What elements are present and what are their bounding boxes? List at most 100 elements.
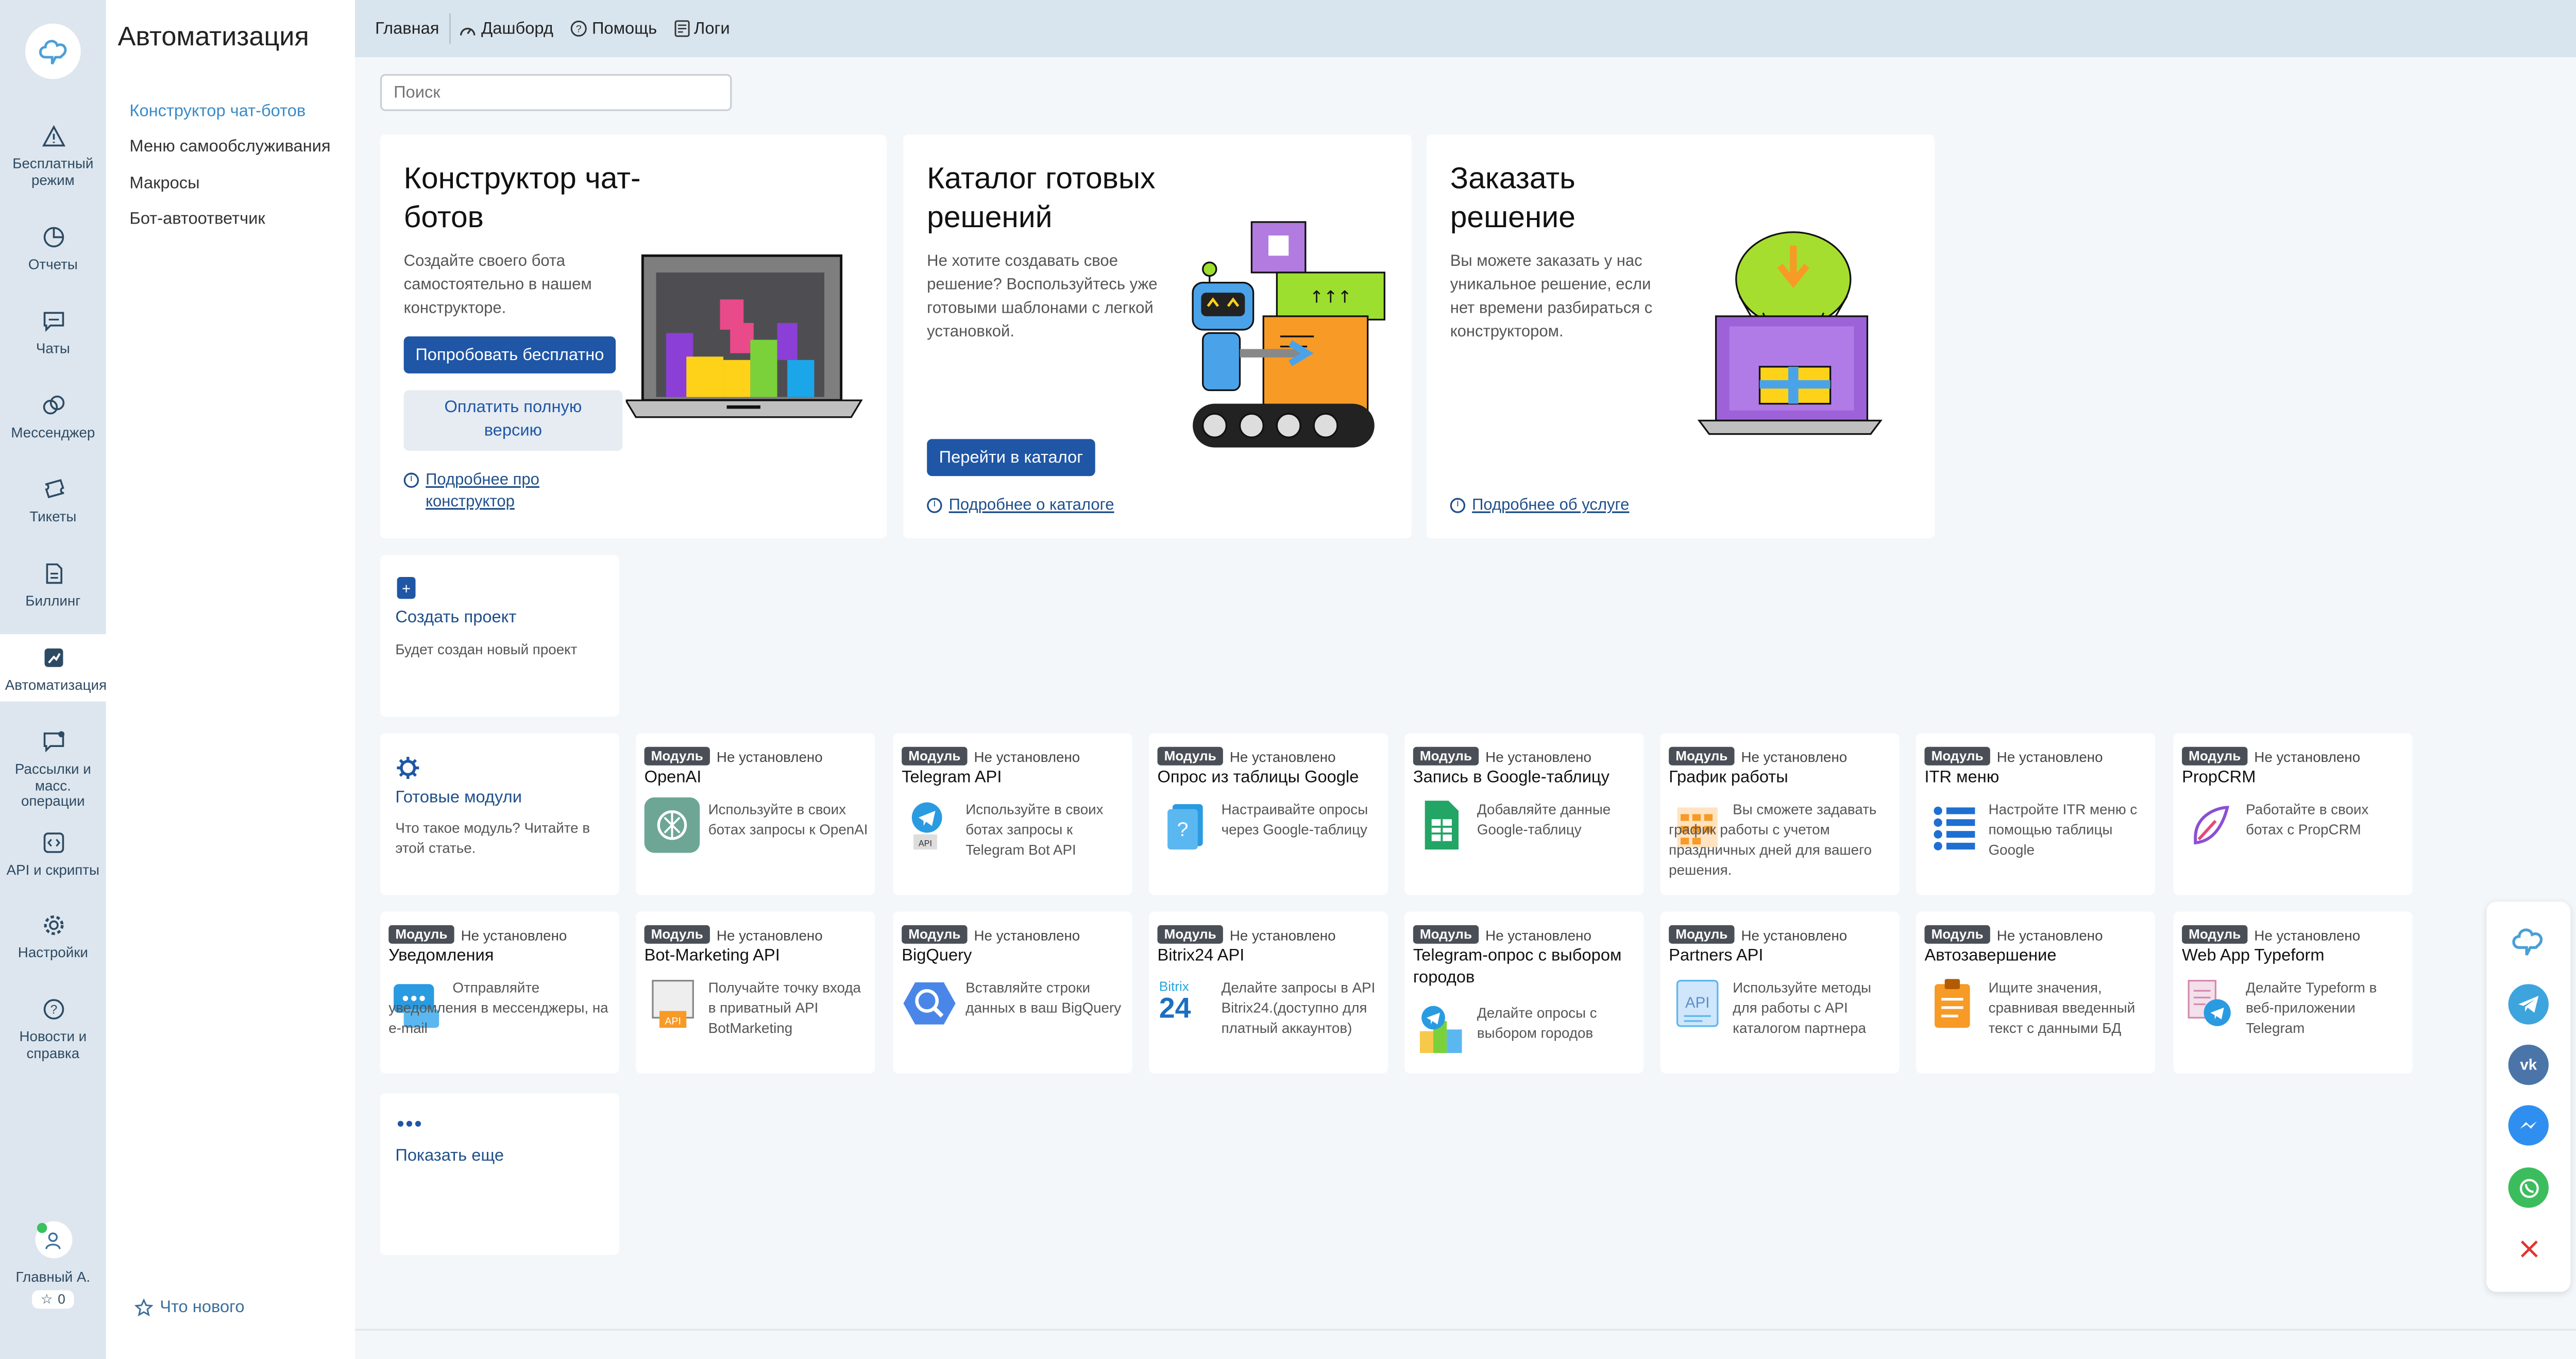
top-bar: Главная Дашборд ? Помощь Логи (354, 0, 2576, 58)
go-to-catalog-button[interactable]: Перейти в каталог (927, 439, 1095, 477)
show-more-card[interactable]: ••• Показать еще (380, 1093, 619, 1255)
ticket-icon (41, 478, 65, 501)
module-status: Не установлено (1229, 926, 1336, 943)
widget-brand-button[interactable] (2509, 922, 2549, 962)
module-card[interactable]: Модуль Не установлено Запись в Google-табл… (1404, 733, 1644, 895)
cloud-logo-icon (38, 39, 66, 64)
rail-item-9[interactable]: Настройки (0, 913, 106, 961)
module-status: Не установлено (716, 748, 823, 765)
order-more-link[interactable]: i Подробнее об услуге (1450, 495, 1629, 516)
topbar-home[interactable]: Главная (375, 20, 439, 38)
ready-modules-desc: Что такое модуль? Читайте в этой статье. (395, 819, 590, 857)
side-link-chatbot-builder[interactable]: Конструктор чат-ботов (129, 103, 306, 121)
topbar-help[interactable]: ? Помощь (570, 20, 657, 38)
star-icon (134, 1298, 154, 1317)
module-badge-row: Модуль Не установлено (1413, 925, 1591, 944)
widget-vk-button[interactable]: vk (2508, 1044, 2549, 1085)
module-card[interactable]: Модуль Не установлено Telegram-опрос с выб… (1404, 911, 1644, 1074)
code-icon (41, 831, 65, 855)
rail-item-2[interactable]: Чаты (0, 310, 106, 358)
rail-item-3[interactable]: Мессенджер (0, 394, 106, 441)
topbar-dashboard-label: Дашборд (481, 19, 553, 38)
pay-full-version-button[interactable]: Оплатить полную версию (403, 390, 623, 451)
widget-close-button[interactable] (2509, 1228, 2549, 1268)
svg-text:?: ? (575, 24, 581, 35)
module-badge-row: Модуль Не установлено (644, 925, 823, 944)
rail-item-8[interactable]: API и скрипты (0, 831, 106, 879)
module-card[interactable]: Модуль Не установлено Bitrix24 API Bitrix 24… (1149, 911, 1388, 1074)
dashboard-icon (460, 27, 476, 35)
module-status: Не установлено (1741, 748, 1848, 765)
whats-new-link[interactable]: Что нового (134, 1298, 244, 1317)
module-card[interactable]: Модуль Не установлено Telegram API API Испол… (893, 733, 1132, 895)
module-card[interactable]: Модуль Не установлено Bot-Marketing API API… (636, 911, 875, 1074)
side-link-self-service-menu[interactable]: Меню самообслуживания (129, 138, 330, 157)
rail-item-4[interactable]: Тикеты (0, 478, 106, 525)
module-badge: Модуль (1413, 746, 1479, 766)
module-card[interactable]: Модуль Не установлено Web App Typeform Дела… (2173, 911, 2413, 1074)
partners-api-icon: API (1669, 976, 1724, 1031)
module-status: Не установлено (2254, 748, 2361, 765)
widget-whatsapp-button[interactable] (2508, 1167, 2549, 1208)
help-icon: ? (570, 20, 587, 37)
search-input[interactable] (380, 74, 732, 111)
automation-icon (41, 646, 65, 670)
side-link-autoresponder[interactable]: Бот-автоответчик (129, 210, 265, 229)
topbar-dashboard[interactable]: Дашборд (460, 20, 553, 38)
card-builder-title: Конструктор чат-ботов (403, 161, 641, 234)
rail-item-10[interactable]: ? Новости и справка (0, 997, 106, 1061)
cloud-logo-icon (2512, 928, 2543, 956)
document-icon (41, 562, 65, 586)
try-free-button[interactable]: Попробовать бесплатно (403, 336, 616, 373)
module-badge-row: Модуль Не установлено (1157, 925, 1336, 944)
card-solutions-catalog: Каталог готовых решений Не хотите создав… (903, 134, 1412, 538)
module-status: Не установлено (974, 748, 1080, 765)
module-card[interactable]: Модуль Не установлено Уведомления Отправляй… (380, 911, 619, 1074)
list-menu-icon (1925, 797, 1980, 853)
create-project-card[interactable]: + Создать проект Будет создан новый прое… (380, 555, 619, 717)
card-chatbot-builder: Конструктор чат-ботов Создайте своего бо… (380, 134, 887, 538)
app-root: Бесплатный режим Отчеты Чаты Мессенджер Тике… (0, 0, 2576, 1359)
module-badge: Модуль (2182, 925, 2248, 944)
module-card[interactable]: Модуль Не установлено Опрос из таблицы Goo… (1149, 733, 1388, 895)
module-card[interactable]: Модуль Не установлено OpenAI Используйте в … (636, 733, 875, 895)
rail-item-7[interactable]: Рассылки и масс. операции (0, 730, 106, 810)
rail-item-label: Настройки (18, 943, 88, 961)
info-icon: i (927, 498, 942, 513)
rail-item-0[interactable]: Бесплатный режим (0, 125, 106, 189)
card-catalog-title: Каталог готовых решений (927, 161, 1156, 234)
builder-more-link[interactable]: i Подробнее про конструктор (403, 469, 606, 513)
side-link-macros[interactable]: Макросы (129, 175, 199, 194)
help-icon: ? (41, 997, 65, 1021)
module-card[interactable]: Модуль Не установлено График работы Вы смож… (1660, 733, 1900, 895)
svg-text:↑↑↑: ↑↑↑ (1310, 287, 1352, 307)
rail-item-label: Мессенджер (11, 423, 95, 441)
topbar-logs[interactable]: Логи (673, 20, 730, 38)
module-badge: Модуль (1924, 925, 1990, 944)
module-card[interactable]: Модуль Не установлено BigQuery Вставляйте с… (893, 911, 1132, 1074)
module-badge-row: Модуль Не установлено (1413, 746, 1591, 766)
module-badge: Модуль (1157, 746, 1223, 766)
widget-messenger-button[interactable] (2508, 1105, 2549, 1146)
widget-telegram-button[interactable] (2508, 984, 2549, 1025)
messenger-icon (2520, 1121, 2537, 1129)
ready-modules-card[interactable]: Готовые модули Что такое модуль? Читайте… (380, 733, 619, 895)
module-card[interactable]: Модуль Не установлено ITR меню Настройте IT… (1916, 733, 2155, 895)
user-profile[interactable]: Главный А. ☆ 0 (0, 1221, 106, 1309)
module-badge-row: Модуль Не установлено (388, 925, 567, 944)
card-order-title: Заказать решение (1450, 161, 1575, 234)
module-desc: Делайте Typeform в веб-приложении Telegr… (2246, 979, 2377, 1037)
messenger-icon (41, 394, 65, 417)
module-card[interactable]: Модуль Не установлено PropCRM Работайте в с… (2173, 733, 2413, 895)
module-card[interactable]: Модуль Не установлено Автозавершение Ищите … (1916, 911, 2155, 1074)
brand-logo[interactable] (25, 23, 81, 79)
logs-icon (673, 20, 689, 37)
rail-item-5[interactable]: Биллинг (0, 562, 106, 610)
catalog-more-link[interactable]: i Подробнее о каталоге (927, 495, 1114, 516)
star-icon: ☆ (40, 1292, 53, 1307)
robot-boxes-illustration: ↑↑↑ (1192, 221, 1385, 448)
svg-text:?: ? (49, 1003, 57, 1017)
rail-item-6[interactable]: Автоматизация (0, 634, 107, 702)
rail-item-1[interactable]: Отчеты (0, 226, 106, 274)
module-card[interactable]: Модуль Не установлено Partners API API Испол… (1660, 911, 1900, 1074)
